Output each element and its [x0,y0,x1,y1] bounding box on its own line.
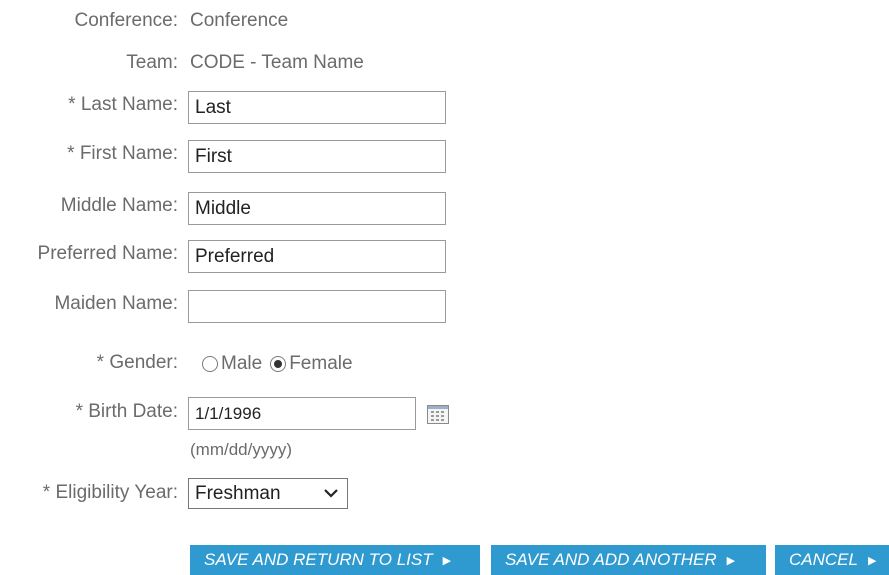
save-and-add-button[interactable]: SAVE AND ADD ANOTHER ▶ [491,545,766,575]
arrow-right-icon: ▶ [442,554,452,567]
gender-label: * Gender: [96,352,178,373]
gender-female-radio[interactable] [270,356,287,372]
birth-date-label: * Birth Date: [75,401,178,422]
gender-option-female[interactable]: Female [270,353,353,375]
save-and-return-label: SAVE AND RETURN TO LIST [204,550,433,569]
arrow-right-icon: ▶ [867,554,877,567]
team-label: Team: [126,52,178,73]
eligibility-year-value: Freshman [195,482,281,504]
save-and-add-label: SAVE AND ADD ANOTHER [505,550,717,569]
arrow-right-icon: ▶ [726,554,736,567]
gender-female-label: Female [289,353,353,374]
middle-name-label: Middle Name: [60,195,178,216]
last-name-label: * Last Name: [68,94,178,115]
preferred-name-label: Preferred Name: [37,243,178,264]
maiden-name-field[interactable] [188,290,446,323]
first-name-field[interactable] [188,140,446,173]
conference-label: Conference: [74,10,178,31]
cancel-button[interactable]: CANCEL ▶ [775,545,889,575]
gender-male-radio[interactable] [202,356,218,372]
chevron-down-icon [323,484,339,507]
calendar-icon[interactable] [427,405,449,424]
eligibility-year-select[interactable]: Freshman [188,478,348,509]
birth-date-field[interactable] [188,397,416,430]
first-name-label: * First Name: [67,143,178,164]
gender-option-male[interactable]: Male [202,353,262,375]
conference-value: Conference [190,10,289,31]
save-and-return-button[interactable]: SAVE AND RETURN TO LIST ▶ [190,545,480,575]
gender-male-label: Male [221,353,263,374]
maiden-name-label: Maiden Name: [54,293,178,314]
gender-radio-group: Male Female [202,352,361,376]
birth-date-format-hint: (mm/dd/yyyy) [190,440,292,459]
middle-name-field[interactable] [188,192,446,225]
preferred-name-field[interactable] [188,240,446,273]
cancel-label: CANCEL [789,550,858,569]
player-form: Conference: Conference Team: CODE - Team… [0,0,889,575]
team-value: CODE - Team Name [190,52,364,73]
eligibility-year-label: * Eligibility Year: [42,482,178,503]
calendar-icon-graphic [428,406,448,421]
last-name-field[interactable] [188,91,446,124]
